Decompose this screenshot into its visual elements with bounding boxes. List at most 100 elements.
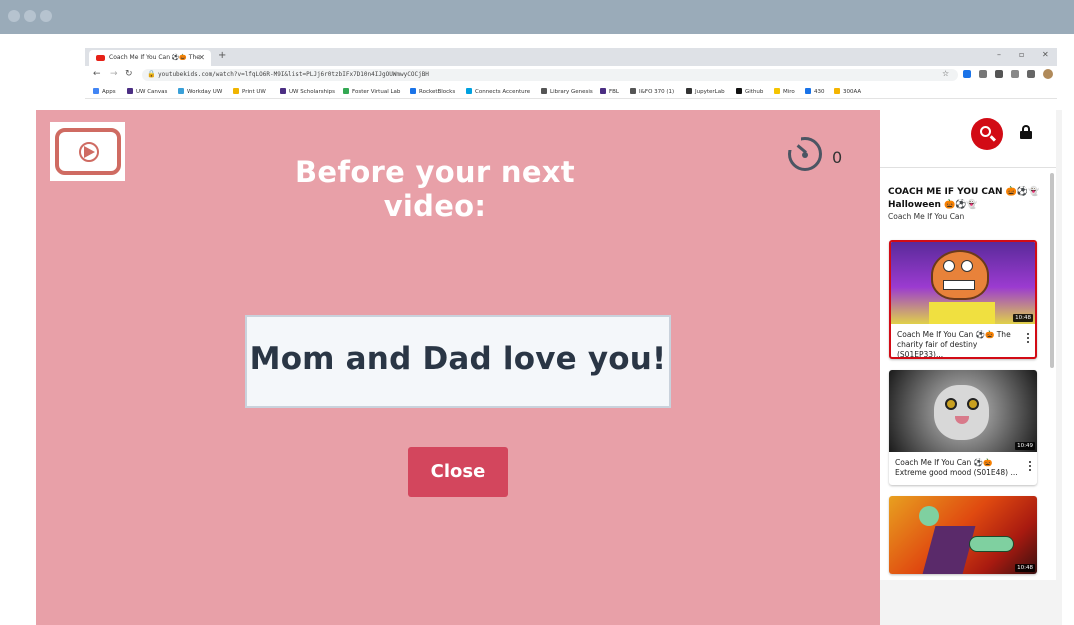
overlay-heading: Before your next video: [295, 155, 575, 223]
youtube-favicon-icon [96, 55, 105, 61]
window-titlebar [0, 0, 1074, 34]
bookmark-star-icon[interactable]: ☆ [942, 69, 949, 78]
video-duration: 10:48 [1015, 564, 1035, 572]
scrollbar[interactable] [1050, 173, 1054, 368]
cartoon-character [931, 250, 989, 300]
extension-icon[interactable] [979, 70, 987, 78]
bookmark-item[interactable]: Miro [774, 88, 795, 95]
profile-avatar[interactable] [1043, 69, 1053, 79]
bookmark-item[interactable]: Apps [93, 88, 116, 95]
search-icon-handle [989, 135, 997, 142]
video-card[interactable]: 10:48 [889, 496, 1037, 574]
timer-icon [787, 136, 822, 171]
bookmark-label: Library Genesis [550, 89, 593, 95]
message-card: Mom and Dad love you! [245, 315, 671, 408]
more-options-icon[interactable] [1029, 461, 1031, 471]
extension-icon[interactable] [963, 70, 971, 78]
bookmark-item[interactable]: UW Canvas [127, 88, 167, 95]
bookmark-label: FBL [609, 89, 620, 95]
back-icon[interactable]: ← [93, 69, 101, 79]
bookmark-item[interactable]: Foster Virtual Lab [343, 88, 400, 95]
window-minimize-dot[interactable] [24, 10, 36, 22]
video-title: Coach Me If You Can ⚽🎃 Extreme good mood… [889, 452, 1037, 485]
bookmark-label: RocketBlocks [419, 89, 456, 95]
cartoon-eye [961, 260, 973, 272]
video-title-text: Coach Me If You Can ⚽🎃 The charity fair … [897, 330, 1011, 357]
up-next-sidebar: COACH ME IF YOU CAN 🎃⚽👻 Halloween 🎃⚽👻 Co… [880, 110, 1056, 580]
bookmark-item[interactable]: 430 [805, 88, 825, 95]
bookmark-label: 430 [814, 89, 825, 95]
bookmark-item[interactable]: RocketBlocks [410, 88, 455, 95]
reading-list-icon[interactable] [1027, 70, 1035, 78]
bookmark-favicon-icon [127, 88, 133, 94]
bookmark-label: Miro [783, 89, 795, 95]
video-title: Coach Me If You Can ⚽🎃 The charity fair … [891, 324, 1035, 357]
bookmark-favicon-icon [774, 88, 780, 94]
more-options-icon[interactable] [1027, 333, 1029, 343]
bookmark-favicon-icon [686, 88, 692, 94]
cat-eye [967, 398, 979, 410]
video-thumbnail: 10:48 [891, 242, 1035, 324]
bookmark-item[interactable]: UW Scholarships [280, 88, 335, 95]
bookmark-item[interactable]: Workday UW [178, 88, 222, 95]
video-card[interactable]: 10:48 Coach Me If You Can ⚽🎃 The charity… [889, 240, 1037, 359]
bookmark-item[interactable]: Print UW [233, 88, 266, 95]
new-tab-icon[interactable]: + [218, 50, 226, 61]
address-bar[interactable]: 🔒 youtubekids.com/watch?v=lfqLO6R-M9I&li… [142, 69, 958, 81]
lock-body [1020, 131, 1032, 139]
parental-lock-icon[interactable] [1020, 125, 1032, 139]
play-heart-icon [84, 146, 95, 158]
bookmark-label: Foster Virtual Lab [352, 89, 401, 95]
bookmark-item[interactable]: Library Genesis [541, 88, 593, 95]
close-button[interactable]: Close [408, 447, 508, 497]
address-row: ← → ↻ 🔒 youtubekids.com/watch?v=lfqLO6R-… [85, 66, 1057, 84]
bookmark-favicon-icon [834, 88, 840, 94]
search-icon [980, 126, 991, 137]
bookmark-item[interactable]: I&FO 370 (1) [630, 88, 674, 95]
video-duration: 10:48 [1013, 314, 1033, 322]
bookmark-label: Apps [102, 89, 116, 95]
timer-count: 0 [832, 148, 843, 167]
video-thumbnail: 10:48 [889, 496, 1037, 574]
extensions-puzzle-icon[interactable] [1011, 70, 1019, 78]
search-button[interactable] [971, 118, 1003, 150]
bookmark-label: Connects Accenture [475, 89, 531, 95]
bookmark-favicon-icon [541, 88, 547, 94]
bookmark-label: Workday UW [187, 89, 223, 95]
forward-icon[interactable]: → [110, 69, 118, 79]
bookmark-label: Print UW [242, 89, 266, 95]
browser-tab[interactable]: Coach Me If You Can ⚽🎃 The ✕ [89, 50, 211, 66]
video-card[interactable]: 10:49 Coach Me If You Can ⚽🎃 Extreme goo… [889, 370, 1037, 485]
restore-icon[interactable]: ▫ [1019, 50, 1024, 59]
bookmark-favicon-icon [630, 88, 636, 94]
cat-eye [945, 398, 957, 410]
bookmark-label: 300AA [843, 89, 862, 95]
window-zoom-dot[interactable] [40, 10, 52, 22]
cartoon-mouth [943, 280, 975, 290]
reload-icon[interactable]: ↻ [125, 69, 133, 79]
bookmark-favicon-icon [233, 88, 239, 94]
extension-icon[interactable] [995, 70, 1003, 78]
bookmark-favicon-icon [93, 88, 99, 94]
tab-title: Coach Me If You Can ⚽🎃 The [109, 54, 200, 61]
bookmark-favicon-icon [736, 88, 742, 94]
window-close-dot[interactable] [8, 10, 20, 22]
bookmark-item[interactable]: Connects Accenture [466, 88, 530, 95]
tab-close-icon[interactable]: ✕ [198, 53, 205, 62]
bookmark-item[interactable]: JupyterLab [686, 88, 725, 95]
playlist-title: COACH ME IF YOU CAN 🎃⚽👻 Halloween 🎃⚽👻 [888, 187, 1040, 210]
bookmark-item[interactable]: Github [736, 88, 763, 95]
video-duration: 10:49 [1015, 442, 1035, 450]
divider [880, 167, 1056, 168]
close-window-icon[interactable]: ✕ [1042, 50, 1049, 59]
timer-knob [802, 152, 808, 158]
bookmark-item[interactable]: 300AA [834, 88, 861, 95]
minimize-icon[interactable]: – [997, 50, 1001, 59]
parent-message: Mom and Dad love you! [249, 341, 667, 377]
bookmark-label: I&FO 370 (1) [639, 89, 675, 95]
playlist-channel: Coach Me If You Can [888, 212, 965, 221]
bookmark-label: Github [745, 89, 764, 95]
bookmark-label: JupyterLab [695, 89, 725, 95]
tab-strip: Coach Me If You Can ⚽🎃 The ✕ + – ▫ ✕ [85, 48, 1057, 66]
bookmark-item[interactable]: FBL [600, 88, 619, 95]
